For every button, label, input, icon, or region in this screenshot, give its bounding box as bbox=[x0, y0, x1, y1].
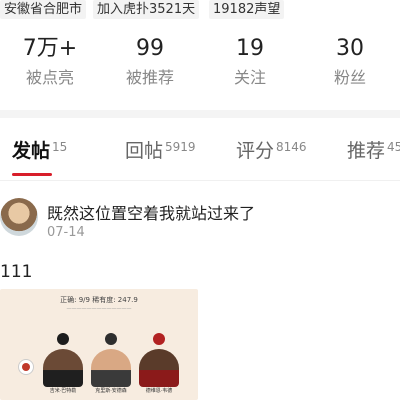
reputation-tag: 19182声望 bbox=[209, 0, 285, 19]
location-tag: 安徽省合肥市 bbox=[0, 0, 87, 19]
image-subheader: ————————————— bbox=[66, 306, 132, 312]
team-logo-icon bbox=[18, 359, 34, 375]
player-photo bbox=[43, 349, 83, 387]
tab-ratings-count: 8146 bbox=[276, 139, 307, 154]
tab-replies-count: 5919 bbox=[165, 139, 196, 154]
tab-ratings[interactable]: 评分 8146 bbox=[236, 136, 307, 163]
stat-following-value: 19 bbox=[236, 36, 264, 61]
stat-followers-value: 30 bbox=[336, 36, 364, 61]
stat-recommended-label: 被推荐 bbox=[125, 68, 174, 87]
stat-recommended-value: 99 bbox=[136, 36, 164, 61]
stat-followers-label: 粉丝 bbox=[333, 68, 366, 87]
tabs-border bbox=[0, 180, 400, 181]
tab-recommends-count: 45 bbox=[387, 139, 400, 154]
tab-recommends-label: 推荐 bbox=[347, 140, 386, 162]
tab-recommends[interactable]: 推荐 45 bbox=[347, 136, 400, 163]
team-logo-icon bbox=[105, 333, 117, 345]
post-image[interactable]: 正确: 9/9 稀有度: 247.9 ————————————— 吉米·巴特勒 … bbox=[0, 289, 198, 400]
stat-likes-label: 被点亮 bbox=[25, 68, 74, 87]
tab-posts-label: 发帖 bbox=[12, 140, 51, 162]
post-date: 07-14 bbox=[47, 225, 85, 240]
stat-likes[interactable]: 7万+ 被点亮 bbox=[0, 34, 100, 90]
player-name: 吉米·巴特勒 bbox=[49, 388, 77, 394]
tab-posts[interactable]: 发帖 15 bbox=[12, 136, 67, 163]
tab-ratings-label: 评分 bbox=[236, 140, 275, 162]
player-name: 德维恩·韦德 bbox=[145, 388, 173, 394]
avatar[interactable] bbox=[0, 198, 38, 236]
stat-following[interactable]: 19 关注 bbox=[200, 34, 300, 90]
join-days-tag: 加入虎扑3521天 bbox=[93, 0, 200, 19]
player-photo bbox=[139, 349, 179, 387]
player-photo bbox=[91, 349, 131, 387]
profile-tags: 安徽省合肥市 加入虎扑3521天 19182声望 bbox=[0, 0, 400, 22]
tab-replies-label: 回帖 bbox=[125, 140, 164, 162]
player-name: 克里斯·安德森 bbox=[95, 388, 127, 394]
post-title[interactable]: 既然这位置空着我就站过来了 bbox=[47, 200, 255, 224]
stat-following-label: 关注 bbox=[233, 68, 266, 87]
team-logo-icon bbox=[57, 333, 69, 345]
tab-replies[interactable]: 回帖 5919 bbox=[125, 136, 196, 163]
active-tab-indicator bbox=[12, 173, 52, 176]
stat-followers[interactable]: 30 粉丝 bbox=[300, 34, 400, 90]
section-divider bbox=[0, 110, 400, 118]
team-logo-icon bbox=[153, 333, 165, 345]
image-score-header: 正确: 9/9 稀有度: 247.9 bbox=[60, 296, 138, 304]
stat-likes-value: 7万+ bbox=[22, 36, 78, 61]
tab-posts-count: 15 bbox=[52, 139, 68, 154]
stat-recommended[interactable]: 99 被推荐 bbox=[100, 34, 200, 90]
post-body[interactable]: 111 bbox=[0, 262, 32, 282]
